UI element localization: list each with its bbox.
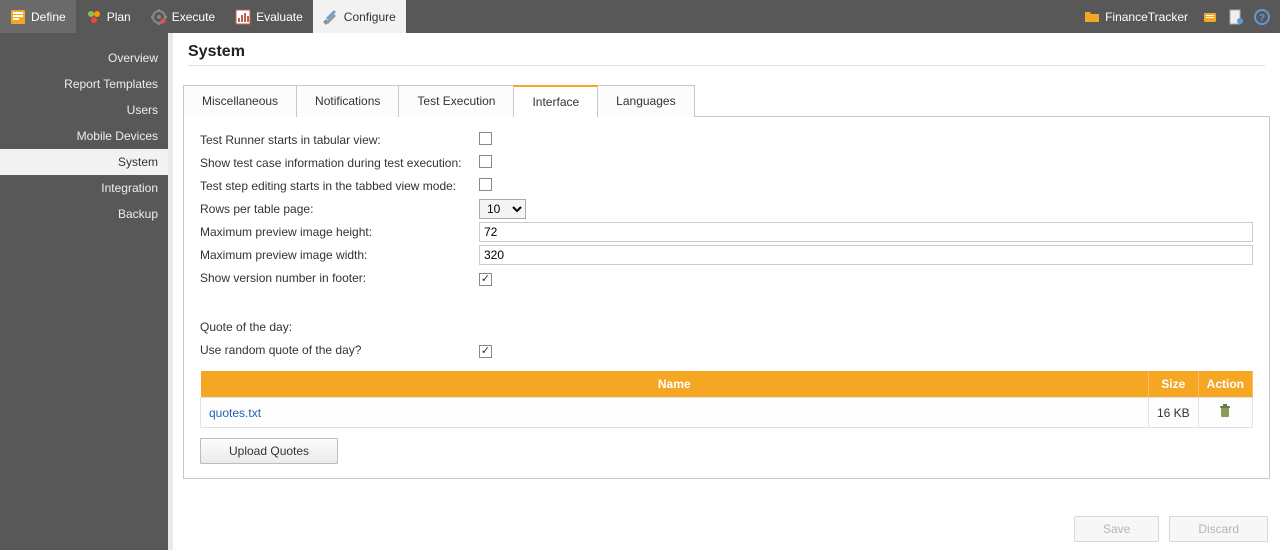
upload-row: Upload Quotes: [200, 438, 1253, 464]
topnav-left: Define Plan Execute Evaluate Configure: [0, 0, 406, 33]
sidebar-item-integration[interactable]: Integration: [0, 175, 168, 201]
footer-buttons: Save Discard: [173, 508, 1280, 550]
spacer: [200, 290, 1253, 316]
nav-evaluate[interactable]: Evaluate: [225, 0, 313, 33]
label-show-testcase-info: Show test case information during test e…: [200, 156, 479, 170]
page-title: System: [188, 43, 1265, 61]
plan-icon: [86, 9, 102, 25]
checkbox-random-quote[interactable]: [479, 345, 492, 358]
row-show-version: Show version number in footer:: [200, 267, 1253, 289]
folder-icon: [1084, 9, 1100, 25]
input-max-width[interactable]: [479, 245, 1253, 265]
select-rows-per-page[interactable]: 10: [479, 199, 526, 219]
checkbox-tabbed-view[interactable]: [479, 178, 492, 191]
topnav-right: FinanceTracker ?: [1078, 0, 1280, 33]
nav-plan[interactable]: Plan: [76, 0, 141, 33]
sidebar-item-users[interactable]: Users: [0, 97, 168, 123]
nav-configure[interactable]: Configure: [313, 0, 406, 33]
label-random-quote: Use random quote of the day?: [200, 343, 479, 357]
row-max-height: Maximum preview image height:: [200, 221, 1253, 243]
nav-label: Define: [31, 10, 66, 24]
label-max-height: Maximum preview image height:: [200, 225, 479, 239]
project-selector[interactable]: FinanceTracker: [1078, 9, 1194, 25]
checkbox-show-version[interactable]: [479, 273, 492, 286]
help-icon[interactable]: ?: [1252, 7, 1272, 27]
define-icon: [10, 9, 26, 25]
label-tabular-view: Test Runner starts in tabular view:: [200, 133, 479, 147]
nav-label: Plan: [107, 10, 131, 24]
tab-interface[interactable]: Interface: [513, 85, 598, 117]
row-random-quote: Use random quote of the day?: [200, 339, 1253, 361]
sidebar-item-system[interactable]: System: [0, 149, 168, 175]
sidebar-item-overview[interactable]: Overview: [0, 45, 168, 71]
tab-miscellaneous[interactable]: Miscellaneous: [183, 85, 297, 117]
th-size: Size: [1148, 371, 1198, 398]
checkbox-tabular-view[interactable]: [479, 132, 492, 145]
evaluate-icon: [235, 9, 251, 25]
nav-label: Execute: [172, 10, 215, 24]
tab-bar: Miscellaneous Notifications Test Executi…: [183, 84, 1270, 117]
main-content: System Miscellaneous Notifications Test …: [173, 33, 1280, 550]
row-show-testcase-info: Show test case information during test e…: [200, 152, 1253, 174]
label-show-version: Show version number in footer:: [200, 271, 479, 285]
row-rows-per-page: Rows per table page: 10: [200, 198, 1253, 220]
row-tabbed-view: Test step editing starts in the tabbed v…: [200, 175, 1253, 197]
quotes-table: Name Size Action quotes.txt 16 KB: [200, 371, 1253, 428]
page-header: System: [173, 33, 1280, 84]
input-max-height[interactable]: [479, 222, 1253, 242]
tab-languages[interactable]: Languages: [597, 85, 694, 117]
save-button[interactable]: Save: [1074, 516, 1159, 542]
label-max-width: Maximum preview image width:: [200, 248, 479, 262]
label-quote-of-day: Quote of the day:: [200, 320, 479, 334]
trash-icon[interactable]: [1218, 404, 1232, 418]
svg-text:?: ?: [1259, 13, 1265, 24]
file-size: 16 KB: [1148, 398, 1198, 428]
label-tabbed-view: Test step editing starts in the tabbed v…: [200, 179, 479, 193]
sidebar: Overview Report Templates Users Mobile D…: [0, 33, 168, 550]
tab-notifications[interactable]: Notifications: [296, 85, 399, 117]
nav-define[interactable]: Define: [0, 0, 76, 33]
top-navbar: Define Plan Execute Evaluate Configure: [0, 0, 1280, 33]
tab-test-execution[interactable]: Test Execution: [398, 85, 514, 117]
row-max-width: Maximum preview image width:: [200, 244, 1253, 266]
configure-icon: [323, 9, 339, 25]
checkbox-show-testcase-info[interactable]: [479, 155, 492, 168]
topnav-spacer: [406, 0, 1078, 33]
header-divider: [188, 65, 1265, 66]
execute-icon: [151, 9, 167, 25]
recent-icon[interactable]: [1200, 7, 1220, 27]
row-quote-of-day: Quote of the day:: [200, 316, 1253, 338]
table-row: quotes.txt 16 KB: [201, 398, 1253, 428]
nav-execute[interactable]: Execute: [141, 0, 225, 33]
notes-icon[interactable]: [1226, 7, 1246, 27]
upload-quotes-button[interactable]: Upload Quotes: [200, 438, 338, 464]
nav-label: Configure: [344, 10, 396, 24]
label-rows-per-page: Rows per table page:: [200, 202, 479, 216]
tab-panel-interface: Test Runner starts in tabular view: Show…: [183, 117, 1270, 479]
row-tabular-view: Test Runner starts in tabular view:: [200, 129, 1253, 151]
nav-label: Evaluate: [256, 10, 303, 24]
sidebar-item-mobile-devices[interactable]: Mobile Devices: [0, 123, 168, 149]
sidebar-item-report-templates[interactable]: Report Templates: [0, 71, 168, 97]
project-label: FinanceTracker: [1105, 10, 1188, 24]
th-action: Action: [1198, 371, 1252, 398]
file-link[interactable]: quotes.txt: [209, 406, 261, 420]
discard-button[interactable]: Discard: [1169, 516, 1268, 542]
main-layout: Overview Report Templates Users Mobile D…: [0, 33, 1280, 550]
sidebar-item-backup[interactable]: Backup: [0, 201, 168, 227]
th-name: Name: [201, 371, 1149, 398]
